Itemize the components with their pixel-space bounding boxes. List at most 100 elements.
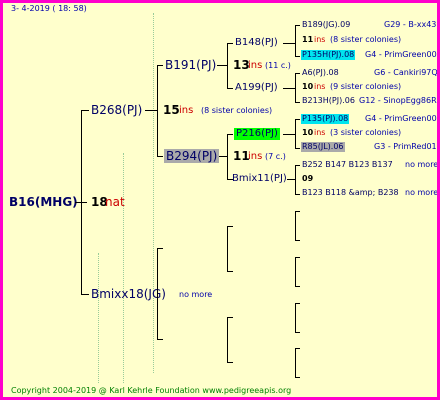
g5-lineage: G12 - SinopEgg86R	[359, 96, 437, 105]
connector	[295, 25, 300, 26]
connector	[295, 211, 296, 241]
g5-lineage: no more	[405, 160, 439, 169]
connector	[227, 317, 228, 363]
connector	[157, 65, 163, 66]
connector	[227, 134, 228, 180]
g3b-tag: ins	[248, 151, 263, 162]
connector	[81, 110, 89, 111]
connector	[295, 257, 296, 287]
connector	[227, 134, 233, 135]
g3a-note: (11 c.)	[265, 61, 291, 70]
g2-bot-name[interactable]: Bmixx18(JG)	[91, 288, 166, 300]
watermark-dots	[123, 153, 124, 383]
g5-note: (8 sister colonies)	[330, 35, 402, 44]
connector	[295, 119, 300, 120]
connector	[295, 25, 296, 57]
date-line: 3- 4-2019 ( 18: 58)	[11, 4, 87, 13]
g5-num: 09	[302, 174, 314, 183]
connector	[295, 303, 300, 304]
connector	[227, 88, 233, 89]
g5-name[interactable]: R85(JL).06	[301, 142, 345, 152]
connector	[295, 377, 300, 378]
connector	[81, 110, 82, 295]
g5-name[interactable]: B252 B147 B123 B137	[302, 161, 393, 169]
connector	[227, 362, 233, 363]
g4b-name[interactable]: A199(PJ)	[235, 83, 278, 93]
connector	[287, 179, 295, 180]
connector	[227, 317, 233, 318]
connector	[283, 43, 295, 44]
g5-tag: ins	[314, 82, 326, 91]
g4d-name[interactable]: Bmix11(PJ)	[232, 174, 287, 184]
connector	[227, 226, 228, 272]
g5-note: (3 sister colonies)	[330, 128, 402, 137]
connector	[295, 73, 296, 103]
g5-num: 10	[302, 128, 314, 137]
g5-lineage: G4 - PrimGreen00	[365, 114, 437, 123]
connector	[295, 102, 300, 103]
g5-lineage: no more	[405, 188, 439, 197]
pedigree-frame: 3- 4-2019 ( 18: 58) B16(MHG) 18 nat B268…	[0, 0, 440, 400]
connector	[295, 348, 300, 349]
g2-top-tag: ins	[179, 105, 194, 116]
g5-num: 10	[302, 82, 314, 91]
g5-note: (9 sister colonies)	[330, 82, 402, 91]
connector	[227, 43, 228, 89]
g3a-tag: ins	[248, 60, 263, 71]
g1-tag: nat	[105, 195, 125, 209]
g5-tag: ins	[314, 128, 326, 137]
g1-name[interactable]: B16(MHG)	[9, 196, 78, 208]
watermark-dots	[98, 253, 99, 383]
connector	[217, 65, 227, 66]
connector	[295, 73, 300, 74]
g2-top-note: (8 sister colonies)	[201, 106, 273, 115]
g2-bot-note: no more	[179, 290, 213, 299]
connector	[295, 148, 300, 149]
g5-name[interactable]: B213H(PJ).06	[302, 97, 355, 105]
g3b-note: (7 c.)	[265, 152, 286, 161]
g5-name[interactable]: A6(PJ).08	[302, 69, 339, 77]
g5-name[interactable]: B123 B118 &amp; B238	[302, 189, 399, 197]
connector	[157, 248, 163, 249]
g3b-name[interactable]: B294(PJ)	[164, 149, 220, 163]
g4c-name[interactable]: P216(PJ)	[234, 128, 280, 140]
connector	[157, 248, 158, 340]
g5-lineage: G3 - PrimRed01	[374, 142, 437, 151]
watermark-dots	[153, 13, 154, 373]
connector	[145, 110, 157, 111]
g2-top-num: 15	[163, 103, 180, 117]
g5-num: 11	[302, 35, 314, 44]
connector	[295, 286, 300, 287]
connector	[295, 194, 300, 195]
connector	[295, 303, 296, 333]
g3a-name[interactable]: B191(PJ)	[165, 59, 216, 71]
connector	[295, 165, 300, 166]
connector	[295, 119, 296, 149]
connector	[283, 88, 295, 89]
connector	[81, 294, 89, 295]
g5-name[interactable]: B189(JG).09	[302, 21, 350, 29]
connector	[157, 156, 163, 157]
connector	[283, 134, 295, 135]
connector	[295, 211, 300, 212]
connector	[219, 156, 227, 157]
connector	[295, 257, 300, 258]
g2-top-name[interactable]: B268(PJ)	[91, 104, 142, 116]
g5-lineage: G29 - B-xx43	[384, 20, 437, 29]
g5-name[interactable]: P135(PJ).08	[301, 114, 350, 124]
connector	[157, 339, 163, 340]
connector	[227, 43, 233, 44]
connector	[295, 165, 296, 195]
connector	[295, 56, 300, 57]
connector	[227, 226, 233, 227]
g5-lineage: G6 - Cankiri97Q	[374, 68, 438, 77]
g5-name[interactable]: P135H(PJ).08	[301, 50, 356, 60]
g4a-name[interactable]: B148(PJ)	[235, 38, 278, 48]
connector	[295, 348, 296, 378]
connector	[295, 332, 300, 333]
connector	[157, 65, 158, 157]
connector	[227, 271, 233, 272]
g5-tag: ins	[314, 35, 326, 44]
connector	[295, 240, 300, 241]
footer-copyright: Copyright 2004-2019 @ Karl Kehrle Founda…	[11, 386, 292, 395]
